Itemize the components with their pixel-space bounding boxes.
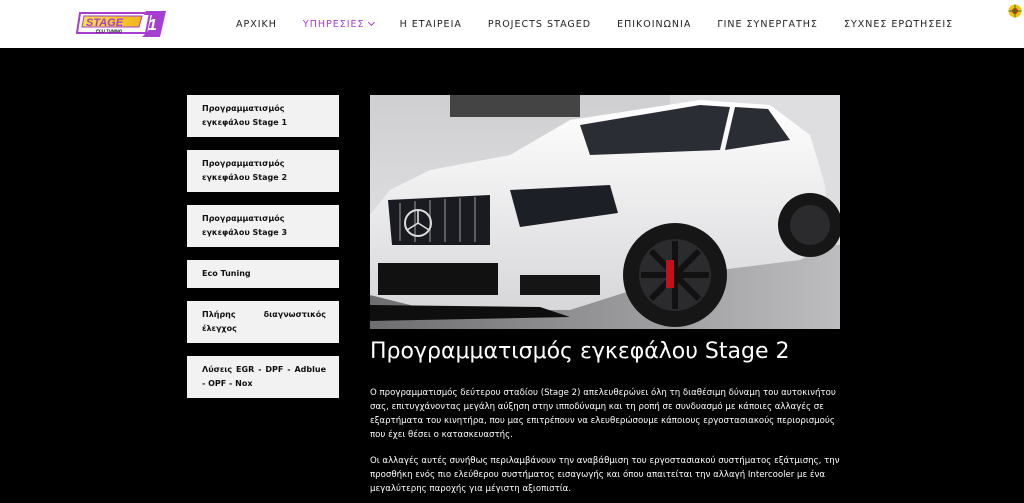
nav-projects-staged[interactable]: PROJECTS STAGED [488,19,591,30]
logo-number: 1 [148,17,157,34]
chevron-down-icon [367,18,375,27]
site-header: STAGE 1 ECU TUNING ΑΡΧΙΚΗ ΥΠΗΡΕΣΙΕΣ Η ΕΤ… [0,0,1024,48]
page-title: Προγραμματισμός εγκεφάλου Stage 2 [370,339,790,364]
nav-services[interactable]: ΥΠΗΡΕΣΙΕΣ [302,18,375,30]
sidebar-item-egr-dpf[interactable]: Λύσεις EGR - DPF - Adblue - OPF - Nox [187,356,339,398]
sidebar-item-eco-tuning[interactable]: Eco Tuning [187,260,339,288]
logo-text: STAGE [86,17,124,29]
nav-services-label: ΥΠΗΡΕΣΙΕΣ [302,18,365,30]
intro-paragraph: Ο προγραμματισμός δεύτερου σταδίου (Stag… [370,388,836,440]
hero-car-image [370,95,840,329]
nav-company[interactable]: Η ΕΤΑΙΡΕΙΑ [400,19,462,30]
sidebar-item-diagnostics[interactable]: Πλήρης διαγνωστικός έλεγχος [187,301,339,343]
nav-become-partner[interactable]: ΓΙΝΕ ΣΥΝΕΡΓΑΤΗΣ [717,19,818,30]
details-paragraph: Οι αλλαγές αυτές συνήθως περιλαμβάνουν τ… [370,456,840,494]
sidebar-item-stage1[interactable]: Προγραμματισμός εγκεφάλου Stage 1 [187,95,339,137]
main-nav: ΑΡΧΙΚΗ ΥΠΗΡΕΣΙΕΣ Η ΕΤΑΙΡΕΙΑ PROJECTS STA… [236,0,979,48]
nav-home[interactable]: ΑΡΧΙΚΗ [236,19,277,30]
nav-faq[interactable]: ΣΥΧΝΕΣ ΕΡΩΤΗΣΕΙΣ [844,19,953,30]
sidebar-item-stage2[interactable]: Προγραμματισμός εγκεφάλου Stage 2 [187,150,339,192]
sidebar-item-stage3[interactable]: Προγραμματισμός εγκεφάλου Stage 3 [187,205,339,247]
greek-flag-icon[interactable] [1008,4,1022,18]
services-sidebar: Προγραμματισμός εγκεφάλου Stage 1 Προγρα… [187,95,339,411]
stage1-logo[interactable]: STAGE 1 ECU TUNING [76,9,168,39]
nav-contact[interactable]: ΕΠΙΚΟΙΝΩΝΙΑ [617,19,691,30]
logo-subtext: ECU TUNING [96,29,123,34]
